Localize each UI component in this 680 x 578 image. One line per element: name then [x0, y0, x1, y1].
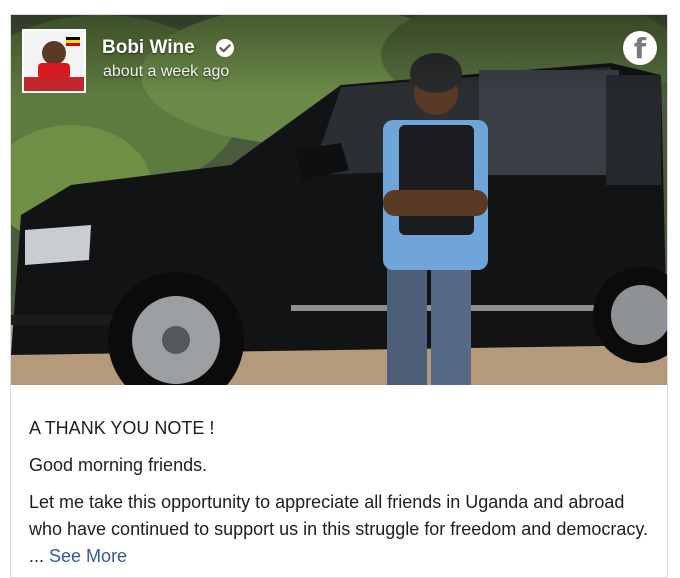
post-greeting: Good morning friends. [29, 455, 208, 475]
author-name[interactable]: Bobi Wine [102, 37, 195, 59]
verified-badge-icon [216, 39, 234, 57]
facebook-f-glyph: f [633, 32, 647, 65]
post-heading: A THANK YOU NOTE ! [29, 418, 215, 438]
facebook-icon[interactable]: f [623, 31, 657, 65]
post-text: A THANK YOU NOTE ! Good morning friends.… [29, 415, 649, 577]
see-more-link[interactable]: See More [49, 546, 127, 566]
facebook-post-card: Bobi Wine about a week ago f A THANK YOU… [10, 14, 668, 578]
post-timestamp[interactable]: about a week ago [103, 63, 229, 81]
post-body: Let me take this opportunity to apprecia… [29, 489, 649, 570]
author-avatar[interactable] [22, 29, 86, 93]
post-photo[interactable]: Bobi Wine about a week ago f [11, 15, 667, 385]
avatar-image [24, 31, 84, 91]
